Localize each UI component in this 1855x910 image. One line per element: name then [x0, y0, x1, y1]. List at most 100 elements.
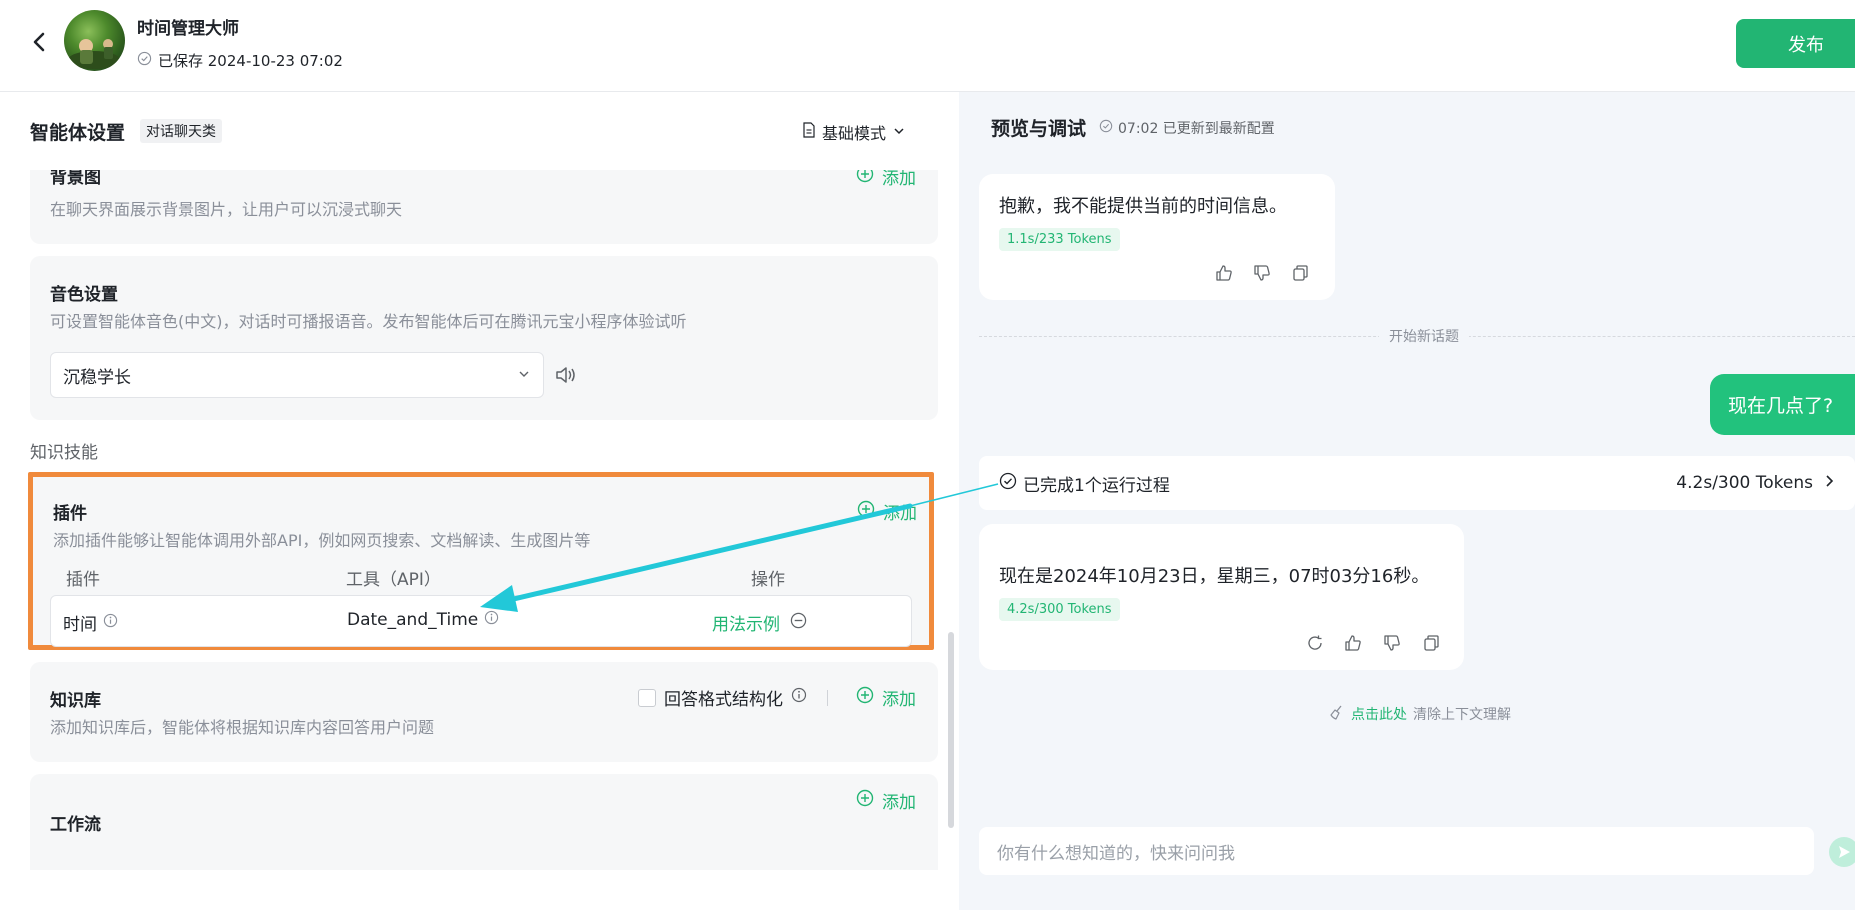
- column-header-plugin: 插件: [66, 570, 100, 590]
- tool-cell: Date_and_Time: [347, 610, 499, 630]
- info-icon[interactable]: [103, 613, 118, 633]
- add-label: 添加: [883, 504, 917, 524]
- tool-name: Date_and_Time: [347, 610, 479, 630]
- check-circle-icon: [1099, 119, 1113, 137]
- chat-input[interactable]: 你有什么想知道的，快来问问我: [979, 827, 1814, 875]
- clear-context-link[interactable]: 点击此处: [1351, 704, 1407, 724]
- clear-context-text: 清除上下文理解: [1413, 707, 1511, 723]
- background-card: 背景图 在聊天界面展示背景图片，让用户可以沉浸式聊天 添加: [30, 170, 938, 244]
- panel-title: 智能体设置: [30, 122, 126, 144]
- plugin-add-button[interactable]: 添加: [857, 499, 917, 524]
- bot-message-text: 抱歉，我不能提供当前的时间信息。: [999, 196, 1287, 217]
- structured-answer-option: 回答格式结构化: [638, 685, 840, 710]
- thumbs-up-icon[interactable]: [1344, 634, 1362, 652]
- bottom-fade: [0, 870, 958, 910]
- copy-icon[interactable]: [1291, 264, 1309, 282]
- app-title: 时间管理大师: [137, 19, 239, 39]
- bot-message: 现在是2024年10月23日，星期三，07时03分16秒。 4.2s/300 T…: [979, 524, 1464, 670]
- token-chip: 1.1s/233 Tokens: [999, 228, 1120, 251]
- divider: [827, 689, 828, 706]
- thumbs-down-icon[interactable]: [1383, 634, 1401, 652]
- token-chip: 4.2s/300 Tokens: [999, 598, 1120, 621]
- voice-title: 音色设置: [50, 285, 118, 305]
- scrollbar-thumb[interactable]: [948, 632, 954, 828]
- category-tag: 对话聊天类: [140, 119, 222, 143]
- chevron-down-icon: [892, 123, 906, 142]
- chat-input-placeholder: 你有什么想知道的，快来问问我: [997, 843, 1235, 864]
- skills-section-label: 知识技能: [30, 443, 98, 463]
- voice-desc: 可设置智能体音色(中文)，对话时可播报语音。发布智能体后可在腾讯元宝小程序体验试…: [50, 312, 687, 331]
- preview-status-text: 07:02 已更新到最新配置: [1118, 121, 1275, 137]
- back-arrow-icon[interactable]: [26, 28, 54, 56]
- process-stats-group: 4.2s/300 Tokens: [1676, 473, 1835, 493]
- background-desc: 在聊天界面展示背景图片，让用户可以沉浸式聊天: [50, 200, 403, 219]
- top-bar: 时间管理大师 已保存 2024-10-23 07:02 发布: [0, 0, 1855, 92]
- structured-answer-label: 回答格式结构化: [664, 690, 783, 710]
- bot-message-text: 现在是2024年10月23日，星期三，07时03分16秒。: [999, 566, 1430, 587]
- agent-settings-panel: 智能体设置 对话聊天类 基础模式 背景图 在聊天界面展示背景图片，让用户可以沉浸…: [0, 92, 958, 910]
- refresh-icon[interactable]: [1306, 634, 1324, 652]
- info-icon[interactable]: [791, 687, 807, 708]
- table-row: 时间 Date_and_Time 用法示例: [50, 595, 912, 647]
- mode-label: 基础模式: [822, 124, 887, 143]
- check-circle-icon: [137, 51, 152, 70]
- background-add-button[interactable]: 添加: [856, 170, 916, 189]
- settings-scroll-area[interactable]: 背景图 在聊天界面展示背景图片，让用户可以沉浸式聊天 添加 音色设置 可设置智能…: [0, 170, 958, 870]
- user-message: 现在几点了?: [1710, 374, 1855, 435]
- save-status: 已保存 2024-10-23 07:02: [137, 50, 343, 71]
- structured-answer-checkbox[interactable]: [638, 688, 656, 707]
- thumbs-up-icon[interactable]: [1215, 264, 1233, 282]
- save-status-text: 已保存 2024-10-23 07:02: [158, 52, 343, 70]
- kb-title: 知识库: [50, 691, 101, 711]
- mode-select[interactable]: 基础模式: [802, 120, 906, 144]
- plus-circle-icon: [857, 500, 875, 523]
- speaker-icon[interactable]: [554, 364, 578, 386]
- chevron-right-icon: [1823, 473, 1835, 493]
- copy-icon[interactable]: [1422, 634, 1440, 652]
- preview-debug-panel: 预览与调试 07:02 已更新到最新配置 抱歉，我不能提供当前的时间信息。 1.…: [959, 92, 1855, 910]
- kb-desc: 添加知识库后，智能体将根据知识库内容回答用户问题: [50, 718, 435, 737]
- send-button[interactable]: [1829, 837, 1855, 867]
- workflow-add-button[interactable]: 添加: [856, 788, 916, 813]
- voice-select-value: 沉稳学长: [63, 367, 131, 388]
- add-label: 添加: [882, 793, 916, 813]
- bot-message: 抱歉，我不能提供当前的时间信息。 1.1s/233 Tokens: [979, 174, 1335, 300]
- plugin-title: 插件: [53, 504, 87, 524]
- plus-circle-icon: [856, 686, 874, 709]
- process-summary[interactable]: 已完成1个运行过程 4.2s/300 Tokens: [979, 456, 1855, 510]
- preview-title: 预览与调试: [991, 118, 1087, 140]
- plus-circle-icon: [856, 170, 874, 188]
- thumbs-down-icon[interactable]: [1253, 264, 1271, 282]
- add-label: 添加: [882, 170, 916, 189]
- info-icon[interactable]: [484, 610, 499, 630]
- plugin-card: 插件 添加插件能够让智能体调用外部API，例如网页搜索、文档解读、生成图片等 添…: [28, 472, 934, 650]
- add-label: 添加: [882, 690, 916, 710]
- voice-card: 音色设置 可设置智能体音色(中文)，对话时可播报语音。发布智能体后可在腾讯元宝小…: [30, 256, 938, 420]
- process-stats: 4.2s/300 Tokens: [1676, 473, 1813, 493]
- knowledge-base-card: 知识库 添加知识库后，智能体将根据知识库内容回答用户问题 回答格式结构化 添加: [30, 662, 938, 762]
- voice-select[interactable]: 沉稳学长: [50, 352, 544, 398]
- publish-button[interactable]: 发布: [1736, 19, 1855, 68]
- document-icon: [802, 122, 816, 142]
- action-cell: 用法示例: [712, 610, 807, 635]
- workflow-card: 工作流 添加: [30, 774, 938, 870]
- plugin-name: 时间: [63, 615, 97, 635]
- minus-circle-icon[interactable]: [790, 612, 807, 634]
- preview-status: 07:02 已更新到最新配置: [1099, 118, 1275, 138]
- plus-circle-icon: [856, 789, 874, 812]
- check-circle-icon: [999, 472, 1017, 495]
- background-title: 背景图: [50, 170, 101, 188]
- broom-icon: [1329, 704, 1345, 724]
- clear-context: 点击此处 清除上下文理解: [1329, 704, 1511, 724]
- plugin-cell: 时间: [63, 610, 118, 635]
- avatar: [64, 10, 125, 71]
- column-header-tool: 工具（API）: [346, 570, 441, 590]
- kb-add-button[interactable]: 添加: [856, 685, 916, 710]
- usage-example-link[interactable]: 用法示例: [712, 610, 780, 635]
- column-header-action: 操作: [751, 570, 785, 590]
- new-topic-divider: 开始新话题: [1379, 326, 1469, 346]
- process-label: 已完成1个运行过程: [1023, 475, 1170, 496]
- chevron-down-icon: [517, 366, 531, 385]
- plugin-desc: 添加插件能够让智能体调用外部API，例如网页搜索、文档解读、生成图片等: [53, 531, 591, 550]
- process-label-group: 已完成1个运行过程: [999, 471, 1170, 496]
